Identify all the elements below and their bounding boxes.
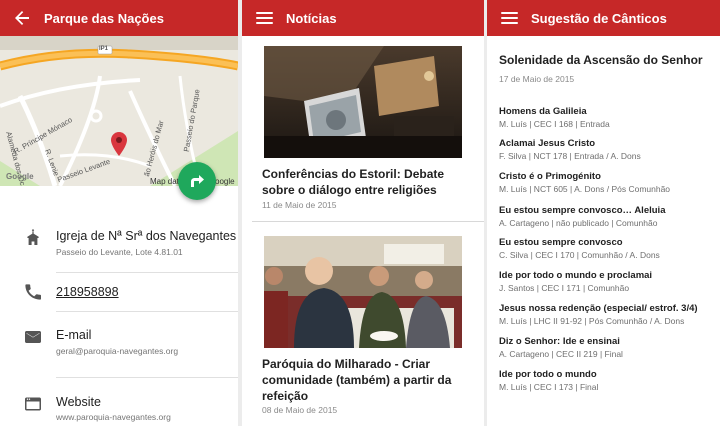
website-label: Website (56, 395, 101, 409)
app-bar: Parque das Nações (0, 0, 238, 36)
article-image[interactable] (264, 46, 462, 158)
song-meta: A. Cartageno | não publicado | Comunhão (499, 218, 658, 228)
address-row[interactable]: Igreja de Nª Srª dos Navegantes Passeio … (0, 226, 238, 272)
song-meta: J. Santos | CEC I 171 | Comunhão (499, 283, 630, 293)
road-badge: IP1 (99, 46, 109, 52)
song-name: Ide por todo o mundo (499, 369, 597, 380)
song-item[interactable]: Cristo é o Primogénito M. Luís | NCT 605… (499, 171, 719, 195)
map-attribution: Google (6, 172, 34, 181)
menu-icon[interactable] (254, 8, 274, 28)
place-details-screen: Parque das Nações IP1 R. Príncipe Mónaco… (0, 0, 238, 426)
song-name: Cristo é o Primogénito (499, 171, 601, 182)
celebration-title: Solenidade da Ascensão do Senhor (499, 53, 703, 67)
song-item[interactable]: Eu estou sempre convosco C. Silva | CEC … (499, 237, 719, 261)
place-address: Passeio do Levante, Lote 4.81.01 (56, 247, 183, 257)
song-name: Aclamai Jesus Cristo (499, 138, 596, 149)
email-row[interactable]: E-mail geral@paroquia-navegantes.org (0, 326, 238, 366)
divider (56, 377, 238, 378)
song-item[interactable]: Aclamai Jesus Cristo F. Silva | NCT 178 … (499, 138, 719, 162)
website-url: www.paroquia-navegantes.org (56, 412, 171, 422)
song-item[interactable]: Ide por todo o mundo M. Luís | CEC I 173… (499, 369, 719, 393)
song-item[interactable]: Ide por todo o mundo e proclamai J. Sant… (499, 270, 719, 294)
back-arrow-icon[interactable] (12, 8, 32, 28)
church-icon (24, 228, 42, 246)
song-meta: M. Luís | LHC II 91-92 | Pós Comunhão / … (499, 316, 685, 326)
song-item[interactable]: Eu estou sempre convosco… Aleluia A. Car… (499, 205, 719, 229)
song-item[interactable]: Diz o Senhor: Ide e ensinai A. Cartageno… (499, 336, 719, 360)
app-bar: Sugestão de Cânticos (487, 0, 720, 36)
divider (252, 221, 484, 222)
song-meta: M. Luís | CEC I 168 | Entrada (499, 119, 610, 129)
directions-icon (191, 175, 204, 187)
directions-button[interactable] (178, 162, 216, 200)
article-title[interactable]: Paróquia do Milharado - Criar comunidade… (262, 356, 474, 404)
email-label: E-mail (56, 328, 92, 342)
song-meta: C. Silva | CEC I 170 | Comunhão / A. Don… (499, 250, 660, 260)
song-meta: F. Silva | NCT 178 | Entrada / A. Dons (499, 151, 641, 161)
menu-icon[interactable] (499, 8, 519, 28)
phone-row[interactable]: 218958898 (0, 282, 238, 312)
map-data-label: Map dat (150, 177, 179, 186)
email-icon (24, 328, 42, 346)
song-item[interactable]: Jesus nossa redenção (especial/ estrof. … (499, 303, 719, 327)
article-image[interactable] (264, 236, 462, 348)
app-bar: Notícias (242, 0, 484, 36)
song-meta: M. Luís | CEC I 173 | Final (499, 382, 599, 392)
song-item[interactable]: Homens da Galileia M. Luís | CEC I 168 |… (499, 106, 719, 130)
celebration-date: 17 de Maio de 2015 (499, 74, 575, 84)
web-icon (24, 395, 42, 413)
article-date: 11 de Maio de 2015 (262, 200, 337, 210)
song-name: Homens da Galileia (499, 106, 587, 117)
song-name: Eu estou sempre convosco… Aleluia (499, 205, 666, 216)
song-name: Eu estou sempre convosco (499, 237, 623, 248)
map-data-label-suffix: oogle (215, 177, 235, 186)
phone-number-link[interactable]: 218958898 (56, 285, 119, 299)
song-meta: M. Luís | NCT 605 | A. Dons / Pós Comunh… (499, 184, 671, 194)
screen-title: Notícias (286, 10, 337, 26)
email-address: geral@paroquia-navegantes.org (56, 346, 179, 356)
song-name: Jesus nossa redenção (especial/ estrof. … (499, 303, 698, 314)
song-name: Ide por todo o mundo e proclamai (499, 270, 653, 281)
songs-screen: Sugestão de Cânticos Solenidade da Ascen… (487, 0, 720, 426)
screen-title: Parque das Nações (44, 10, 164, 26)
screen-title: Sugestão de Cânticos (531, 10, 667, 26)
place-name: Igreja de Nª Srª dos Navegantes (56, 229, 237, 243)
news-screen: Notícias Conferências do Estoril: Debate… (242, 0, 484, 426)
website-row[interactable]: Website www.paroquia-navegantes.org (0, 394, 238, 426)
article-date: 08 de Maio de 2015 (262, 405, 338, 415)
song-name: Diz o Senhor: Ide e ensinai (499, 336, 620, 347)
article-title[interactable]: Conferências do Estoril: Debate sobre o … (262, 166, 474, 198)
song-meta: A. Cartageno | CEC II 219 | Final (499, 349, 623, 359)
phone-icon (24, 283, 42, 301)
divider (56, 311, 238, 312)
divider (56, 272, 238, 273)
